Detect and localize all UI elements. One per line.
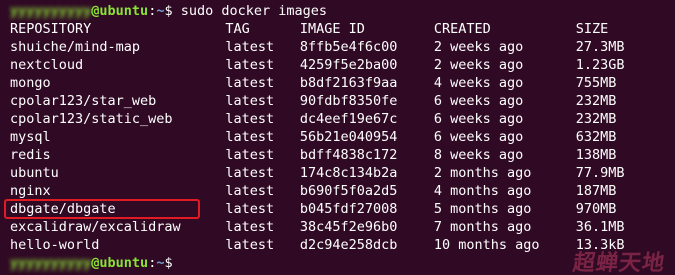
- cell-created: 7 months ago: [433, 219, 532, 235]
- cell-repository: shuiche/mind-map: [10, 39, 141, 55]
- command-prompt-line-empty[interactable]: yyyyyyyyyy @ubuntu: ~ $: [10, 254, 675, 272]
- cell-tag: latest: [225, 39, 275, 55]
- cell-created: 2 weeks ago: [433, 39, 524, 55]
- username-blurred: yyyyyyyyyy: [10, 3, 92, 19]
- cell-tag: latest: [225, 93, 275, 109]
- cell-created: 5 months ago: [433, 201, 532, 217]
- table-row: excalidraw/excalidraw latest 38c45f2e96b0 7…: [10, 218, 675, 236]
- cell-size: 970MB: [575, 201, 617, 217]
- terminal-window[interactable]: yyyyyyyyyy @ubuntu: ~ $ sudo docker images …: [0, 0, 675, 275]
- cell-image-id: bdff4838c172: [299, 147, 398, 163]
- cell-size: 1.23GB: [575, 57, 625, 73]
- cell-tag: latest: [225, 75, 275, 91]
- cell-repository: mysql: [10, 129, 51, 145]
- cell-tag: latest: [225, 57, 275, 73]
- table-row: cpolar123/star_web latest 90fdbf8350fe 6 we…: [10, 92, 675, 110]
- table-row: redis latest bdff4838c172 8 weeks ago 138MB: [10, 146, 675, 164]
- header-image-id: IMAGE ID: [299, 21, 365, 37]
- cell-image-id: b8df2163f9aa: [299, 75, 398, 91]
- cell-tag: latest: [225, 129, 275, 145]
- header-tag: TAG: [225, 21, 250, 37]
- header-repository: REPOSITORY: [10, 21, 92, 37]
- cell-size: 27.3MB: [575, 39, 625, 55]
- cell-repository: excalidraw/excalidraw: [10, 219, 181, 235]
- cell-created: 4 weeks ago: [433, 75, 524, 91]
- cell-image-id: 56b21e040954: [299, 129, 398, 145]
- cell-repository: ubuntu: [10, 165, 59, 181]
- cell-image-id: 90fdbf8350fe: [299, 93, 398, 109]
- highlight-box-dbgate: [4, 199, 200, 219]
- cell-repository: cpolar123/static_web: [10, 111, 173, 127]
- header-created: CREATED: [433, 21, 491, 37]
- cell-image-id: 174c8c134b2a: [299, 165, 398, 181]
- hostname: @ubuntu: [91, 3, 149, 19]
- username-blurred: yyyyyyyyyy: [10, 255, 92, 271]
- current-path: ~: [156, 3, 165, 19]
- cell-repository: mongo: [10, 75, 51, 91]
- cell-image-id: 8ffb5e4f6c00: [299, 39, 398, 55]
- prompt-colon: :: [148, 3, 157, 19]
- cell-size: 138MB: [575, 147, 617, 163]
- image-list: shuiche/mind-map latest 8ffb5e4f6c00 2 week…: [10, 38, 675, 254]
- table-header-row: REPOSITORY TAG IMAGE ID CREATED SIZE: [10, 20, 675, 38]
- header-size: SIZE: [575, 21, 609, 37]
- cell-repository: redis: [10, 147, 51, 163]
- cell-created: 6 weeks ago: [433, 129, 524, 145]
- cell-size: 187MB: [575, 183, 617, 199]
- cell-repository: hello-world: [10, 237, 100, 253]
- prompt-dollar: $: [164, 3, 173, 19]
- cell-image-id: 38c45f2e96b0: [299, 219, 398, 235]
- table-row: ubuntu latest 174c8c134b2a 2 months ago 77.9…: [10, 164, 675, 182]
- cell-size: 77.9MB: [575, 165, 625, 181]
- prompt-dollar: $: [164, 255, 173, 271]
- cell-created: 6 weeks ago: [433, 93, 524, 109]
- cell-tag: latest: [225, 147, 275, 163]
- table-row: mysql latest 56b21e040954 6 weeks ago 632MB: [10, 128, 675, 146]
- cell-created: 2 weeks ago: [433, 57, 524, 73]
- cell-image-id: d2c94e258dcb: [299, 237, 398, 253]
- table-row: shuiche/mind-map latest 8ffb5e4f6c00 2 week…: [10, 38, 675, 56]
- cell-image-id: 4259f5e2ba00: [299, 57, 398, 73]
- table-row: nextcloud latest 4259f5e2ba00 2 weeks ago 1.…: [10, 56, 675, 74]
- cell-tag: latest: [225, 237, 275, 253]
- prompt-colon: :: [148, 255, 157, 271]
- cell-size: 232MB: [575, 111, 617, 127]
- cell-created: 2 months ago: [433, 165, 532, 181]
- cell-tag: latest: [225, 183, 275, 199]
- cell-created: 4 months ago: [433, 183, 532, 199]
- text-cursor: [173, 256, 181, 271]
- cell-image-id: b690f5f0a2d5: [299, 183, 398, 199]
- hostname: @ubuntu: [91, 255, 149, 271]
- cell-size: 36.1MB: [575, 219, 625, 235]
- cell-image-id: b045fdf27008: [299, 201, 398, 217]
- cell-created: 8 weeks ago: [433, 147, 524, 163]
- table-row: nginx latest b690f5f0a2d5 4 months ago 187MB: [10, 182, 675, 200]
- cell-repository: nextcloud: [10, 57, 84, 73]
- table-row: mongo latest b8df2163f9aa 4 weeks ago 755MB: [10, 74, 675, 92]
- command-prompt-line: yyyyyyyyyy @ubuntu: ~ $ sudo docker images: [10, 2, 675, 20]
- current-path: ~: [156, 255, 165, 271]
- cell-size: 755MB: [575, 75, 617, 91]
- table-row: hello-world latest d2c94e258dcb 10 months a…: [10, 236, 675, 254]
- cell-repository: nginx: [10, 183, 51, 199]
- cell-tag: latest: [225, 165, 275, 181]
- cell-tag: latest: [225, 201, 275, 217]
- cell-repository: cpolar123/star_web: [10, 93, 157, 109]
- cell-tag: latest: [225, 219, 275, 235]
- command-text: sudo docker images: [172, 3, 328, 19]
- cell-tag: latest: [225, 111, 275, 127]
- cell-created: 6 weeks ago: [433, 111, 524, 127]
- cell-created: 10 months ago: [433, 237, 540, 253]
- cell-image-id: dc4eef19e67c: [299, 111, 398, 127]
- cell-size: 13.3kB: [575, 237, 625, 253]
- cell-size: 632MB: [575, 129, 617, 145]
- table-row: cpolar123/static_web latest dc4eef19e67c 6 …: [10, 110, 675, 128]
- cell-size: 232MB: [575, 93, 617, 109]
